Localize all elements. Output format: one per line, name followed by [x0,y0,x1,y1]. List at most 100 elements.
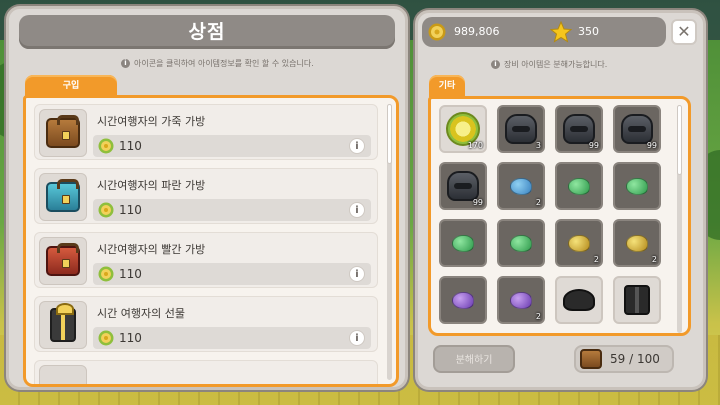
item-count: 2 [535,312,541,321]
item-count: 2 [535,198,541,207]
item-thumbnail[interactable] [39,301,87,349]
item-count: 99 [588,141,599,150]
price-bar: 110 i [93,263,371,285]
inventory-slot[interactable]: 2 [497,276,545,324]
inventory-slot[interactable]: 2 [497,162,545,210]
shop-title: 상점 [19,15,395,49]
inventory-panel: 989,806 350 ✕ i 장비 아이템은 분해가능합니다. 기타 170 … [415,10,706,390]
purple-ore-icon [510,291,532,309]
inventory-slot[interactable] [497,219,545,267]
inventory-slot[interactable] [555,162,603,210]
inventory-slot[interactable] [555,276,603,324]
inventory-slot[interactable]: 99 [613,105,661,153]
shop-scrollbar[interactable] [387,104,392,380]
item-count: 2 [651,255,657,264]
tab-buy[interactable]: 구입 [25,75,117,97]
item-price: 110 [119,267,142,281]
leather-bag-icon [46,115,80,148]
price-bar: 110 i [93,135,371,157]
inventory-hint-text: 장비 아이템은 분해가능합니다. [504,60,608,69]
info-button[interactable]: i [349,266,365,282]
green-ore-icon [568,177,590,195]
info-button[interactable]: i [349,202,365,218]
star-icon [550,21,572,43]
inventory-slot[interactable]: 2 [555,219,603,267]
price-bar: 110 i [93,327,371,349]
black-hat-icon [563,289,595,311]
inventory-scroll-thumb[interactable] [677,105,682,175]
point-amount: 350 [578,25,599,38]
helmet-icon [621,114,653,144]
item-name: 시간여행자의 빨간 가방 [97,243,206,256]
helmet-icon [447,171,479,201]
shop-item-row[interactable] [34,360,378,384]
item-name: 시간 여행자의 선물 [97,307,185,320]
inventory-slot[interactable] [555,333,603,336]
helmet-icon [505,114,537,144]
shop-hint: i 아이콘을 클릭하여 아이템정보를 확인 할 수 있습니다. [121,58,314,69]
shop-item-row[interactable]: 시간여행자의 파란 가방 110 i [34,168,378,224]
item-count: 2 [593,255,599,264]
capacity-text: 59 / 100 [610,352,660,366]
inventory-slot[interactable] [439,333,487,336]
meso-coin-icon [98,330,114,346]
item-name: 시간여행자의 가죽 가방 [97,115,206,128]
item-count: 99 [472,198,483,207]
close-button[interactable]: ✕ [671,19,697,45]
gold-ore-icon [626,234,648,252]
item-price: 110 [119,203,142,217]
shop-item-row[interactable]: 시간여행자의 빨간 가방 110 i [34,232,378,288]
gold-ore-icon [568,234,590,252]
price-bar: 110 i [93,199,371,221]
meso-amount: 989,806 [454,25,500,38]
meso-coin-icon [98,266,114,282]
inventory-slot[interactable] [613,162,661,210]
inventory-scrollbar[interactable] [677,105,682,333]
green-ore-icon [510,234,532,252]
inventory-slot[interactable] [613,276,661,324]
tab-etc[interactable]: 기타 [429,75,465,97]
gift-box-icon [50,303,76,342]
black-armor-icon [624,285,650,315]
info-button[interactable]: i [349,330,365,346]
shop-item-row[interactable]: 시간여행자의 가죽 가방 110 i [34,104,378,160]
inventory-slot[interactable] [439,219,487,267]
inventory-slot[interactable]: 170 [439,105,487,153]
inventory-slot[interactable]: 99 [555,105,603,153]
inventory-slot[interactable] [497,333,545,336]
helmet-icon [563,114,595,144]
item-price: 110 [119,331,142,345]
meso-coin-icon [98,138,114,154]
inventory-hint: i 장비 아이템은 분해가능합니다. [491,59,607,70]
inventory-capacity: 59 / 100 [574,345,674,373]
inventory-grid: 170 3 99 99 99 2 2 2 2 [428,96,691,336]
info-icon: i [491,60,500,69]
item-thumbnail[interactable] [39,173,87,221]
shop-scroll-thumb[interactable] [387,104,392,164]
shop-hint-text: 아이콘을 클릭하여 아이템정보를 확인 할 수 있습니다. [134,59,314,68]
item-thumbnail[interactable] [39,365,87,384]
meso-coin-icon [428,23,446,41]
item-thumbnail[interactable] [39,237,87,285]
inventory-slot[interactable]: 2 [613,219,661,267]
inventory-slot[interactable]: 99 [439,162,487,210]
blue-ore-icon [510,177,532,195]
item-count: 99 [646,141,657,150]
item-count: 3 [535,141,541,150]
purple-ore-icon [452,291,474,309]
inventory-slot[interactable]: 3 [497,105,545,153]
bag-icon [580,349,602,369]
meso-coin-icon [98,202,114,218]
item-price: 110 [119,139,142,153]
info-icon: i [121,59,130,68]
inventory-slot[interactable] [613,333,661,336]
item-thumbnail[interactable] [39,109,87,157]
item-count: 170 [467,141,483,150]
inventory-slot[interactable] [439,276,487,324]
shop-item-row[interactable]: 시간 여행자의 선물 110 i [34,296,378,352]
item-name: 시간여행자의 파란 가방 [97,179,206,192]
shop-panel: 상점 i 아이콘을 클릭하여 아이템정보를 확인 할 수 있습니다. 구입 시간… [6,6,408,390]
red-bag-icon [46,243,80,276]
info-button[interactable]: i [349,138,365,154]
disassemble-button[interactable]: 분해하기 [433,345,515,373]
